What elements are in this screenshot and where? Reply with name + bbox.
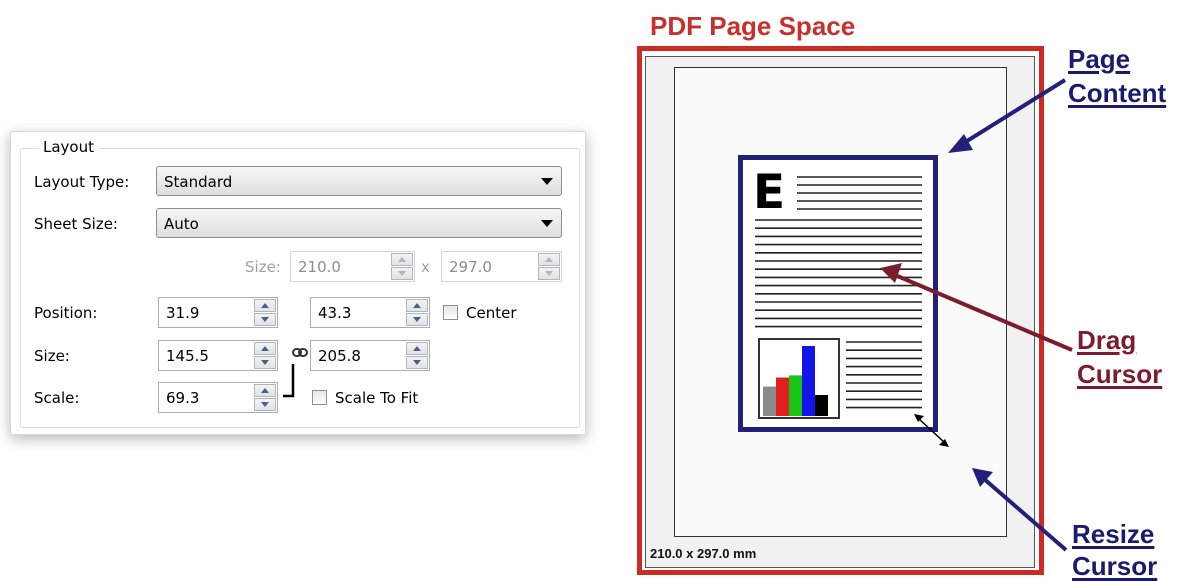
annotation-arrows xyxy=(880,78,1073,552)
drag-cursor-arrow xyxy=(894,273,1073,352)
resize-cursor-label-1: Resize xyxy=(1072,519,1155,549)
page-content-arrow xyxy=(957,78,1067,148)
resize-cursor-icon xyxy=(914,414,949,447)
resize-cursor-label-2: Cursor xyxy=(1072,551,1158,581)
arrow-head-icon xyxy=(948,134,973,153)
page-content-label-2: Content xyxy=(1068,78,1167,108)
drag-cursor-label-2: Cursor xyxy=(1077,359,1163,389)
arrow-head-icon xyxy=(880,263,902,283)
page-content-label-1: Page xyxy=(1068,44,1131,74)
resize-cursor-arrow xyxy=(981,476,1068,552)
drag-cursor-label-1: Drag xyxy=(1077,325,1137,355)
